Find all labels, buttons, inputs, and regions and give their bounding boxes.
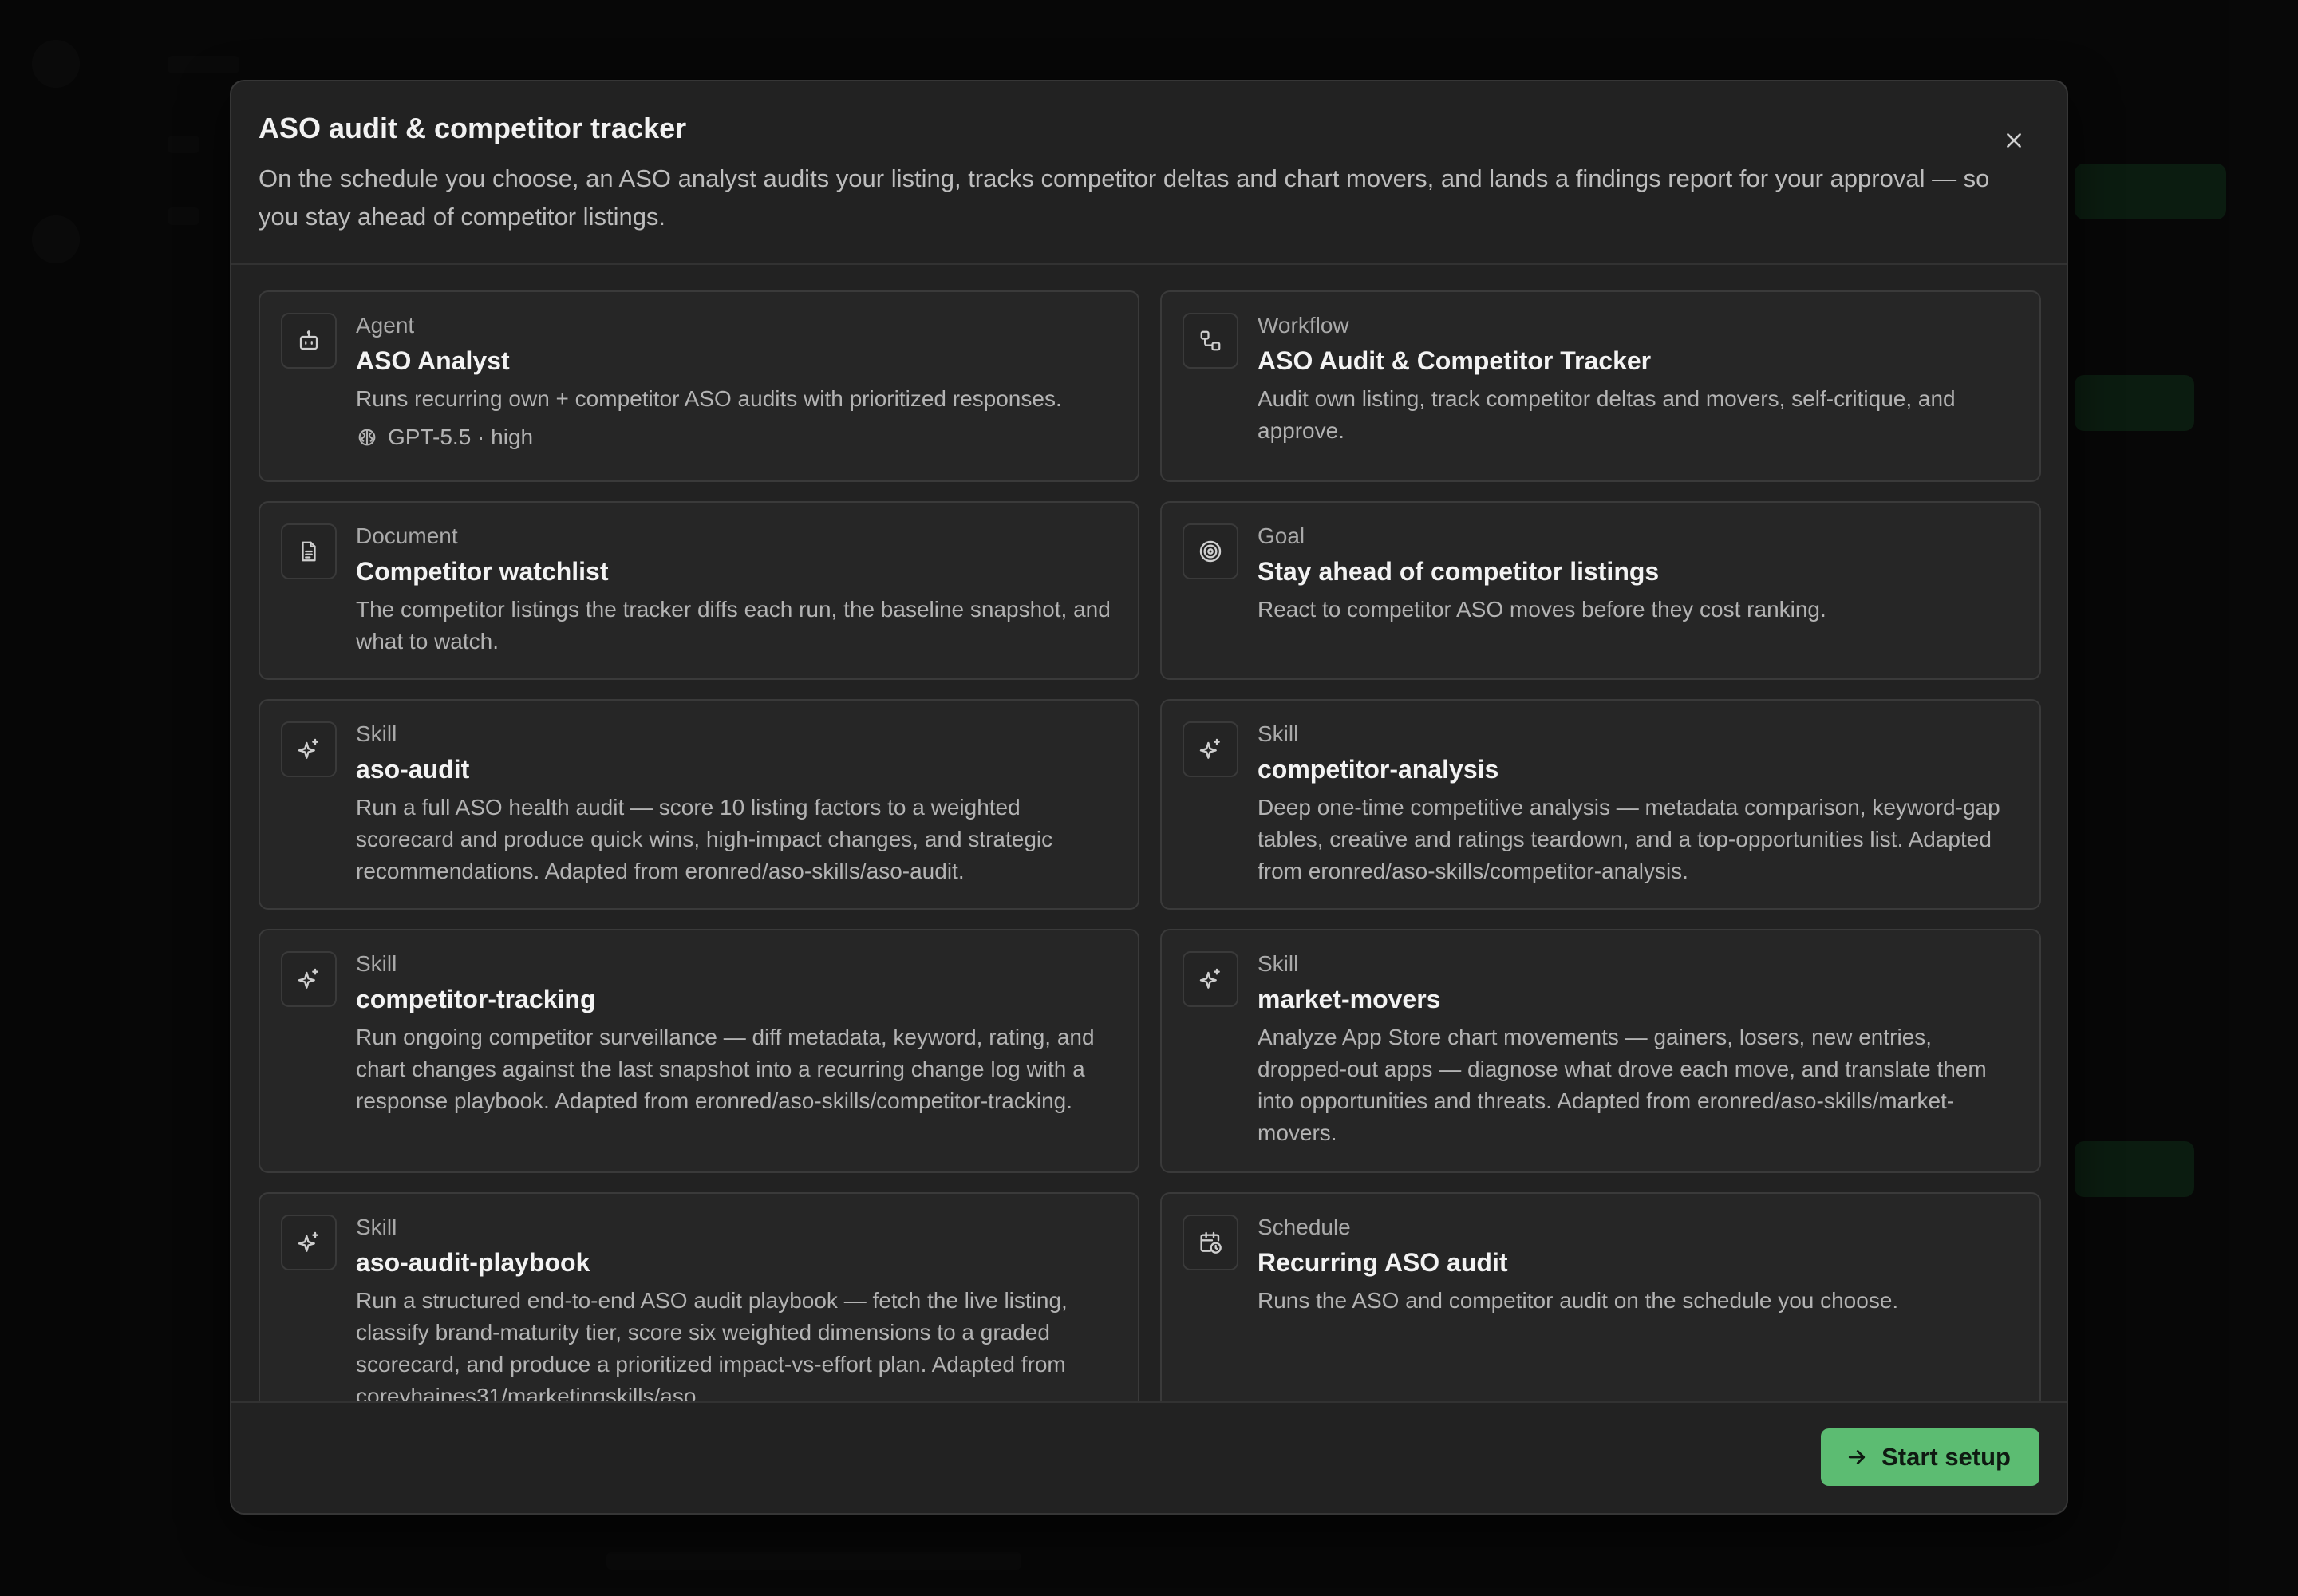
card-agent-aso-analyst[interactable]: Agent ASO Analyst Runs recurring own + c… — [259, 290, 1139, 482]
calendar-clock-icon — [1183, 1215, 1238, 1270]
workflow-icon — [1183, 313, 1238, 369]
card-description: Run ongoing competitor surveillance — di… — [356, 1025, 1095, 1113]
card-kind: Skill — [356, 721, 397, 746]
card-description: React to competitor ASO moves before the… — [1258, 597, 1826, 622]
modal-description: On the schedule you choose, an ASO analy… — [259, 164, 1990, 231]
card-kind: Goal — [1258, 523, 1305, 548]
card-title: Recurring ASO audit — [1258, 1248, 1508, 1277]
robot-icon — [281, 313, 337, 369]
card-description: The competitor listings the tracker diff… — [356, 597, 1111, 654]
card-title: aso-audit — [356, 755, 470, 784]
card-workflow[interactable]: Workflow ASO Audit & Competitor Tracker … — [1160, 290, 2041, 482]
card-title: market-movers — [1258, 985, 1441, 1013]
modal-header: ASO audit & competitor tracker On the sc… — [231, 81, 2067, 265]
model-label: GPT-5.5 · high — [388, 425, 534, 449]
card-description: Deep one-time competitive analysis — met… — [1258, 795, 2000, 883]
sparkle-icon — [281, 1215, 337, 1270]
setup-modal: ASO audit & competitor tracker On the sc… — [230, 80, 2068, 1515]
card-title: Competitor watchlist — [356, 557, 609, 586]
card-kind: Skill — [356, 1215, 397, 1239]
card-skill-market-movers[interactable]: Skill market-movers Analyze App Store ch… — [1160, 929, 2041, 1173]
document-icon — [281, 523, 337, 579]
card-skill-aso-audit[interactable]: Skill aso-audit Run a full ASO health au… — [259, 699, 1139, 910]
brain-icon — [358, 429, 376, 446]
card-title: aso-audit-playbook — [356, 1248, 590, 1277]
card-skill-competitor-tracking[interactable]: Skill competitor-tracking Run ongoing co… — [259, 929, 1139, 1173]
card-document[interactable]: Document Competitor watchlist The compet… — [259, 501, 1139, 680]
card-kind: Schedule — [1258, 1215, 1351, 1239]
model-info: GPT-5.5 · high — [356, 421, 1114, 453]
card-description: Audit own listing, track competitor delt… — [1258, 386, 1956, 443]
target-icon — [1183, 523, 1238, 579]
close-icon — [2007, 133, 2021, 148]
close-button[interactable] — [1992, 118, 2036, 163]
card-goal[interactable]: Goal Stay ahead of competitor listings R… — [1160, 501, 2041, 680]
card-schedule[interactable]: Schedule Recurring ASO audit Runs the AS… — [1160, 1192, 2041, 1436]
modal-footer: Start setup — [231, 1401, 2067, 1513]
sparkle-icon — [1183, 721, 1238, 777]
arrow-right-icon — [1848, 1450, 1866, 1464]
modal-title: ASO audit & competitor tracker — [259, 112, 687, 144]
card-skill-aso-audit-playbook[interactable]: Skill aso-audit-playbook Run a structure… — [259, 1192, 1139, 1436]
card-kind: Skill — [356, 951, 397, 976]
card-title: competitor-analysis — [1258, 755, 1499, 784]
sparkle-icon — [281, 721, 337, 777]
card-description: Runs the ASO and competitor audit on the… — [1258, 1288, 1899, 1313]
modal-body: Agent ASO Analyst Runs recurring own + c… — [259, 290, 2043, 1487]
card-description: Runs recurring own + competitor ASO audi… — [356, 386, 1062, 411]
sparkle-icon — [1183, 951, 1238, 1007]
card-title: Stay ahead of competitor listings — [1258, 557, 1660, 586]
start-setup-button[interactable]: Start setup — [1821, 1428, 2039, 1486]
card-kind: Agent — [356, 313, 415, 338]
card-description: Run a full ASO health audit — score 10 l… — [356, 795, 1053, 883]
card-kind: Skill — [1258, 721, 1299, 746]
card-title: competitor-tracking — [356, 985, 596, 1013]
card-description: Run a structured end-to-end ASO audit pl… — [356, 1288, 1068, 1408]
card-title: ASO Audit & Competitor Tracker — [1258, 346, 1652, 375]
card-kind: Skill — [1258, 951, 1299, 976]
sparkle-icon — [281, 951, 337, 1007]
card-title: ASO Analyst — [356, 346, 510, 375]
card-kind: Workflow — [1258, 313, 1349, 338]
card-description: Analyze App Store chart movements — gain… — [1258, 1025, 1987, 1145]
card-skill-competitor-analysis[interactable]: Skill competitor-analysis Deep one-time … — [1160, 699, 2041, 910]
card-kind: Document — [356, 523, 458, 548]
start-setup-label: Start setup — [1881, 1443, 2011, 1471]
